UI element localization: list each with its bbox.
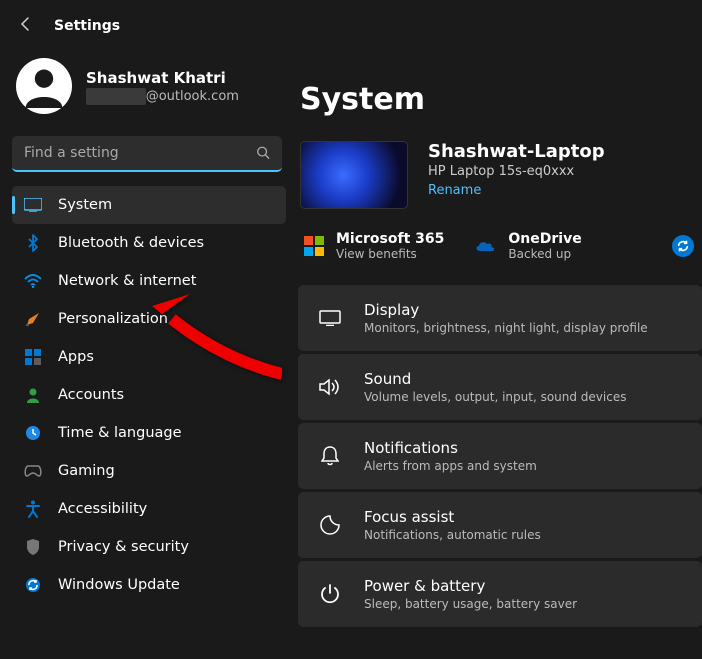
nav-item-personalization[interactable]: Personalization — [12, 300, 286, 338]
nav-item-privacy[interactable]: Privacy & security — [12, 528, 286, 566]
window-title: Settings — [54, 18, 120, 34]
focus-icon — [318, 515, 342, 535]
setting-display[interactable]: DisplayMonitors, brightness, night light… — [298, 285, 702, 351]
bluetooth-icon — [24, 234, 42, 252]
display-icon — [318, 310, 342, 326]
nav-label: Windows Update — [58, 577, 180, 593]
avatar — [16, 58, 72, 114]
nav-label: Apps — [58, 349, 94, 365]
accessibility-icon — [24, 500, 42, 518]
nav-label: Gaming — [58, 463, 115, 479]
sync-icon[interactable] — [672, 235, 694, 257]
setting-notifications[interactable]: NotificationsAlerts from apps and system — [298, 423, 702, 489]
profile-name: Shashwat Khatri — [86, 69, 239, 87]
time-icon — [24, 424, 42, 442]
onedrive-card[interactable]: OneDrive Backed up — [474, 231, 581, 261]
nav-item-accounts[interactable]: Accounts — [12, 376, 286, 414]
nav-label: Personalization — [58, 311, 168, 327]
apps-icon — [24, 348, 42, 366]
microsoft-365-icon — [304, 236, 324, 256]
personalization-icon — [24, 310, 42, 328]
nav-label: Accounts — [58, 387, 124, 403]
setting-power[interactable]: Power & batterySleep, battery usage, bat… — [298, 561, 702, 627]
gaming-icon — [24, 462, 42, 480]
search-container — [12, 136, 282, 172]
onedrive-icon — [474, 237, 496, 256]
system-icon — [24, 196, 42, 214]
nav-item-gaming[interactable]: Gaming — [12, 452, 286, 490]
back-button[interactable] — [18, 16, 34, 36]
nav-label: Time & language — [58, 425, 182, 441]
nav-item-network[interactable]: Network & internet — [12, 262, 286, 300]
nav-item-time[interactable]: Time & language — [12, 414, 286, 452]
nav-label: Privacy & security — [58, 539, 189, 555]
nav-item-apps[interactable]: Apps — [12, 338, 286, 376]
nav-label: System — [58, 197, 112, 213]
search-icon — [256, 145, 270, 164]
power-icon — [318, 584, 342, 604]
setting-focus[interactable]: Focus assistNotifications, automatic rul… — [298, 492, 702, 558]
sound-icon — [318, 378, 342, 396]
nav-label: Accessibility — [58, 501, 147, 517]
nav-label: Bluetooth & devices — [58, 235, 204, 251]
search-input[interactable] — [12, 136, 282, 172]
rename-link[interactable]: Rename — [428, 183, 605, 198]
account-profile[interactable]: Shashwat Khatri x@outlook.com — [12, 52, 286, 136]
nav-item-accessibility[interactable]: Accessibility — [12, 490, 286, 528]
device-card: Shashwat-Laptop HP Laptop 15s-eq0xxx Ren… — [298, 141, 702, 225]
wallpaper-thumbnail — [300, 141, 408, 209]
device-name: Shashwat-Laptop — [428, 141, 605, 162]
nav-label: Network & internet — [58, 273, 196, 289]
nav-item-update[interactable]: Windows Update — [12, 566, 286, 604]
accounts-icon — [24, 386, 42, 404]
microsoft-365-card[interactable]: Microsoft 365 View benefits — [304, 231, 444, 261]
setting-sound[interactable]: SoundVolume levels, output, input, sound… — [298, 354, 702, 420]
network-icon — [24, 272, 42, 290]
notifications-icon — [318, 446, 342, 466]
nav-item-system[interactable]: System — [12, 186, 286, 224]
nav-item-bluetooth[interactable]: Bluetooth & devices — [12, 224, 286, 262]
profile-email: x@outlook.com — [86, 89, 239, 104]
privacy-icon — [24, 538, 42, 556]
device-model: HP Laptop 15s-eq0xxx — [428, 164, 605, 179]
page-title: System — [298, 52, 702, 141]
update-icon — [24, 576, 42, 594]
